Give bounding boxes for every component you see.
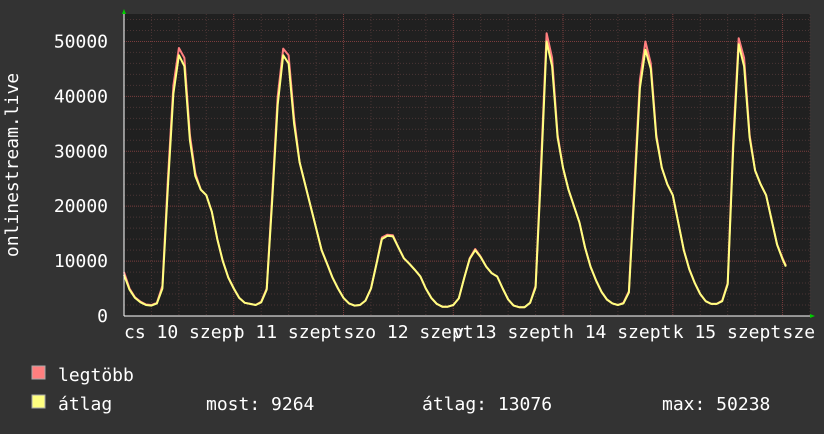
y-axis-arrow-icon <box>122 9 126 14</box>
legend: legtöbb átlag most: 9264 átlag: 13076 ma… <box>31 365 770 415</box>
legend-swatch-max <box>31 365 46 380</box>
y-tick-label: 10000 <box>54 251 108 272</box>
stat-now: most: 9264 <box>206 394 314 415</box>
x-tick-label: h 14 szept <box>563 322 671 343</box>
x-tick-label: k 15 szept <box>673 322 781 343</box>
legend-label-max: legtöbb <box>58 365 134 386</box>
line-chart: 0 10000 20000 30000 40000 50000 cs 10 szeptp … <box>2 9 824 415</box>
y-tick-label: 30000 <box>54 141 108 162</box>
x-tick-label: cs 10 szept <box>124 322 243 343</box>
x-tick-label: v 13 szept <box>453 322 561 343</box>
legend-swatch-avg <box>31 394 46 409</box>
y-tick-label: 20000 <box>54 196 108 217</box>
x-tick-labels: cs 10 szeptp 11 szept szo 12 szeptv 13 sz… <box>124 322 824 343</box>
chart-container: 0 10000 20000 30000 40000 50000 cs 10 szept p … <box>0 0 824 430</box>
y-tick-label: 50000 <box>54 31 108 52</box>
y-axis-label: onlinestream.live <box>2 73 23 257</box>
legend-label-avg: átlag <box>58 394 112 415</box>
stat-avg: átlag: 13076 <box>422 394 552 415</box>
x-axis-arrow-icon <box>810 314 815 318</box>
stat-max: max: 50238 <box>662 394 770 415</box>
y-tick-label: 0 <box>97 306 108 327</box>
x-tick-label: sze 16 szept <box>783 322 824 343</box>
y-tick-labels: 0 10000 20000 30000 40000 50000 <box>54 31 108 327</box>
x-tick-label: p 11 szept <box>234 322 342 343</box>
y-tick-label: 40000 <box>54 86 108 107</box>
